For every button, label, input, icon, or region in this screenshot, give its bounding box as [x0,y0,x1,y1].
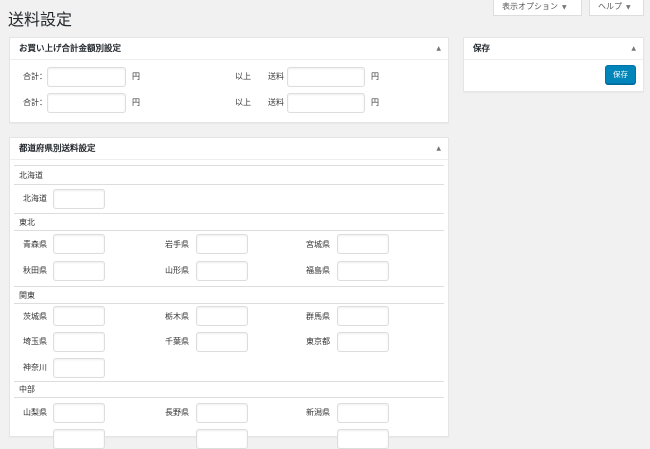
prefecture-fee-input[interactable] [196,234,248,254]
region-heading: 北海道 [19,171,43,180]
page-title: 送料設定 [8,10,73,29]
prefecture-fee-input[interactable] [53,234,105,254]
shipping-label: 送料 [268,98,284,107]
prefecture-label: 北海道 [23,194,47,203]
yen-label: 円 [371,72,379,81]
yen-label: 円 [371,98,379,107]
prefecture-label: 福島県 [306,266,330,275]
prefecture-label: 栃木県 [165,312,189,321]
prefecture-label: 秋田県 [23,266,47,275]
above-label: 以上 [235,72,251,81]
total-label: 合計： [23,72,47,81]
prefecture-label: 茨城県 [23,312,47,321]
divider [14,213,444,214]
collapse-toggle-icon[interactable]: ▲ [436,138,441,160]
amount-shipping-box: お買い上げ合計金額別設定 ▲ 合計： 円 以上 送料 円 合計： 円 以上 送料… [9,37,449,123]
divider [14,165,444,166]
yen-label: 円 [132,72,140,81]
shipping-fee-input[interactable] [287,93,365,113]
screen-options-label: 表示オプション [502,2,558,11]
pref-box-header[interactable]: 都道府県別送料設定 ▲ [10,138,448,160]
prefecture-label: 宮城県 [306,240,330,249]
screen-options-button[interactable]: 表示オプション ▼ [493,0,582,16]
region-heading: 関東 [19,291,35,300]
prefecture-fee-input[interactable] [337,234,389,254]
chevron-down-icon: ▼ [562,4,567,11]
prefecture-fee-input[interactable] [196,332,248,352]
prefecture-fee-input[interactable] [337,332,389,352]
collapse-toggle-icon[interactable]: ▲ [631,38,636,60]
total-amount-input[interactable] [47,93,126,113]
prefecture-fee-input[interactable] [53,403,105,423]
total-label: 合計： [23,98,47,107]
prefecture-label: 岩手県 [165,240,189,249]
divider [14,230,444,231]
prefecture-fee-input[interactable] [196,403,248,423]
prefecture-fee-input[interactable] [337,429,389,449]
shipping-fee-input[interactable] [287,67,365,87]
prefecture-fee-input[interactable] [337,261,389,281]
prefecture-label: 新潟県 [306,408,330,417]
prefecture-fee-input[interactable] [53,358,105,378]
pref-box-title: 都道府県別送料設定 [19,144,96,154]
prefecture-label: 長野県 [165,408,189,417]
prefecture-label: 東京都 [306,337,330,346]
collapse-toggle-icon[interactable]: ▲ [436,38,441,60]
prefecture-fee-input[interactable] [196,261,248,281]
amount-box-title: お買い上げ合計金額別設定 [19,44,122,54]
prefecture-fee-input[interactable] [337,403,389,423]
prefecture-label: 千葉県 [165,337,189,346]
prefecture-fee-input[interactable] [53,332,105,352]
prefecture-label: 神奈川 [23,363,47,372]
prefecture-label: 山形県 [165,266,189,275]
above-label: 以上 [235,98,251,107]
prefecture-fee-input[interactable] [53,189,105,209]
divider [14,381,444,382]
save-button[interactable]: 保存 [605,65,636,84]
prefecture-fee-input[interactable] [53,306,105,326]
prefecture-shipping-box: 都道府県別送料設定 ▲ 北海道 北海道 東北 青森県 岩手県 宮城県 秋田県 山… [9,137,449,449]
prefecture-label: 青森県 [23,240,47,249]
help-label: ヘルプ [598,2,622,11]
divider [14,184,444,185]
save-box-title: 保存 [473,44,491,54]
divider [14,286,444,287]
save-box: 保存 ▲ 保存 [463,37,644,92]
region-heading: 東北 [19,218,35,227]
prefecture-fee-input[interactable] [196,306,248,326]
prefecture-fee-input[interactable] [337,306,389,326]
yen-label: 円 [132,98,140,107]
help-button[interactable]: ヘルプ ▼ [589,0,644,16]
prefecture-label: 群馬県 [306,312,330,321]
prefecture-label: 埼玉県 [23,337,47,346]
region-heading: 中部 [19,385,35,394]
amount-box-header[interactable]: お買い上げ合計金額別設定 ▲ [10,38,448,60]
shipping-label: 送料 [268,72,284,81]
prefecture-fee-input[interactable] [53,429,105,449]
prefecture-fee-input[interactable] [53,261,105,281]
total-amount-input[interactable] [47,67,126,87]
divider [14,397,444,398]
prefecture-fee-input[interactable] [196,429,248,449]
prefecture-label: 山梨県 [23,408,47,417]
chevron-down-icon: ▼ [626,4,631,11]
divider [14,303,444,304]
save-box-header[interactable]: 保存 ▲ [464,38,643,60]
